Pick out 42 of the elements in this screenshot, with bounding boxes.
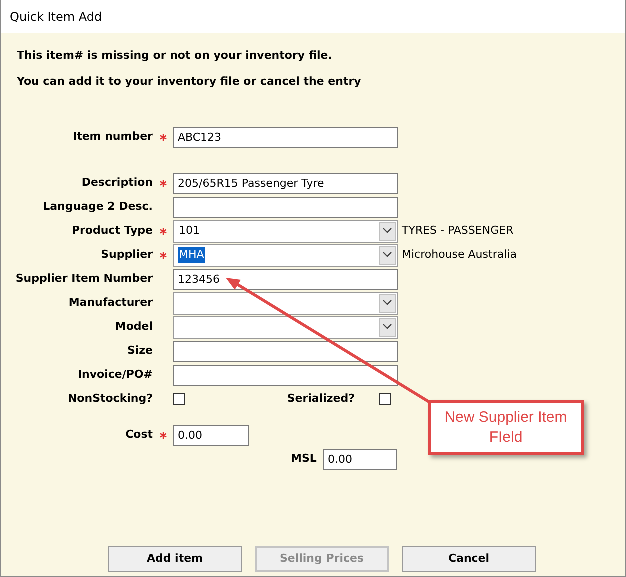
field-label: Model (114, 318, 153, 335)
dropdown-field[interactable]: 101 (173, 220, 398, 242)
input-field[interactable] (173, 364, 398, 386)
chevron-down-icon (379, 222, 396, 240)
field-label: Serialized? (286, 390, 355, 407)
dropdown-value: MHA (178, 246, 206, 264)
message-text: This item# is missing or not on your inventory file. (17, 48, 334, 64)
input-field[interactable]: ABC123 (173, 126, 398, 148)
input-field[interactable]: 0.00 (173, 424, 249, 446)
field-label: Description (80, 174, 153, 191)
dropdown-field[interactable] (173, 292, 398, 314)
dialog-button[interactable]: Cancel (402, 546, 536, 572)
chevron-down-icon (379, 246, 396, 264)
checkbox[interactable] (379, 393, 391, 405)
input-field[interactable]: 205/65R15 Passenger Tyre (173, 172, 398, 194)
window-title: Quick Item Add (10, 8, 102, 26)
chevron-down-icon (379, 294, 396, 312)
dropdown-field[interactable] (173, 316, 398, 338)
chevron-down-icon (379, 318, 396, 336)
field-label: Manufacturer (68, 294, 153, 311)
field-label: NonStocking? (66, 390, 153, 407)
field-label: Language 2 Desc. (42, 198, 153, 215)
field-label: Supplier (100, 246, 153, 263)
field-label: MSL (291, 450, 315, 467)
input-field[interactable]: 123456 (173, 268, 398, 290)
dropdown-value: 101 (178, 222, 201, 239)
dropdown-field[interactable]: MHA (173, 244, 398, 266)
field-note: TYRES - PASSENGER (402, 222, 514, 239)
field-label: Supplier Item Number (14, 270, 153, 287)
field-label: Product Type (70, 222, 153, 239)
dialog-button[interactable]: Add item (108, 546, 242, 572)
input-field[interactable] (173, 196, 398, 218)
input-field[interactable]: 0.00 (323, 448, 397, 470)
callout-box: New Supplier Item FIeld (428, 400, 584, 455)
field-label: Cost (124, 426, 153, 443)
field-label: Size (126, 342, 153, 359)
field-note: Microhouse Australia (402, 246, 517, 263)
checkbox[interactable] (173, 393, 185, 405)
field-label: Item number (72, 128, 153, 145)
message-text: You can add it to your inventory file or cancel the entry (17, 74, 362, 90)
input-field[interactable] (173, 340, 398, 362)
field-label: Invoice/PO# (76, 366, 153, 383)
